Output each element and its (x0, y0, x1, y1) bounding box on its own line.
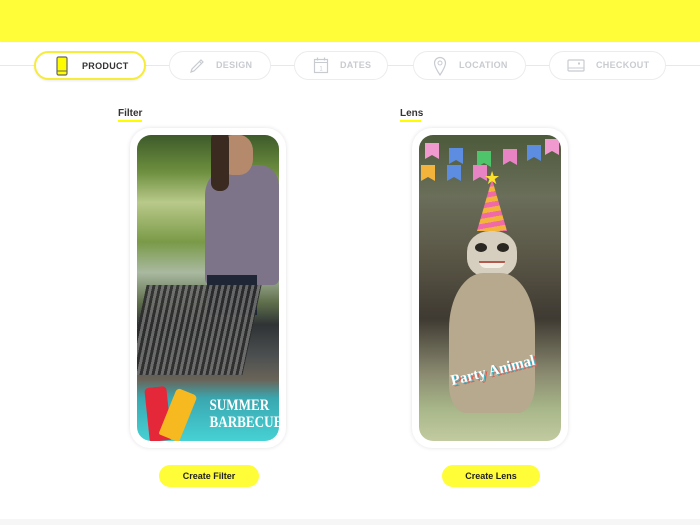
create-filter-button[interactable]: Create Filter (159, 465, 259, 487)
person-hair (211, 135, 229, 191)
filter-caption: SUMMER BARBECUE (209, 397, 279, 431)
filter-caption-line1: SUMMER (209, 397, 270, 414)
filter-label-underline (118, 120, 142, 122)
lens-label-underline (400, 120, 421, 122)
footer-strip (0, 519, 700, 525)
lens-preview-card[interactable]: ★ Party Animal (412, 128, 568, 448)
star-icon: ★ (484, 168, 501, 188)
step-checkout[interactable]: CHECKOUT (549, 51, 666, 80)
map-pin-icon (433, 56, 447, 76)
lens-preview-image: ★ Party Animal (419, 135, 561, 441)
meerkat-head (467, 231, 517, 277)
step-product[interactable]: PRODUCT (34, 51, 146, 80)
phone-icon (56, 56, 68, 76)
step-location[interactable]: LOCATION (413, 51, 526, 80)
progress-stepper: PRODUCT DESIGN 1 DATES LOCATION CHECKOUT (0, 51, 700, 81)
grill (137, 285, 262, 375)
step-label: DATES (340, 60, 372, 70)
create-lens-button[interactable]: Create Lens (442, 465, 540, 487)
lens-section-label: Lens (400, 108, 424, 119)
pencil-icon (188, 57, 206, 75)
step-label: CHECKOUT (596, 60, 650, 70)
meerkat-eye-left (475, 243, 487, 252)
step-dates[interactable]: 1 DATES (294, 51, 388, 80)
step-label: LOCATION (459, 60, 508, 70)
top-header-bar (0, 0, 700, 41)
svg-text:1: 1 (319, 67, 323, 73)
credit-card-icon (567, 59, 585, 73)
filter-caption-line2: BARBECUE (209, 414, 279, 431)
filter-preview-image: SUMMER BARBECUE (137, 135, 279, 441)
step-design[interactable]: DESIGN (169, 51, 271, 80)
meerkat-mouth (479, 261, 505, 268)
filter-section-label: Filter (118, 108, 143, 119)
step-label: DESIGN (216, 60, 253, 70)
calendar-icon: 1 (313, 57, 329, 74)
meerkat-body (449, 273, 535, 413)
step-label: PRODUCT (82, 61, 129, 71)
meerkat-eye-right (497, 243, 509, 252)
filter-preview-card[interactable]: SUMMER BARBECUE (130, 128, 286, 448)
